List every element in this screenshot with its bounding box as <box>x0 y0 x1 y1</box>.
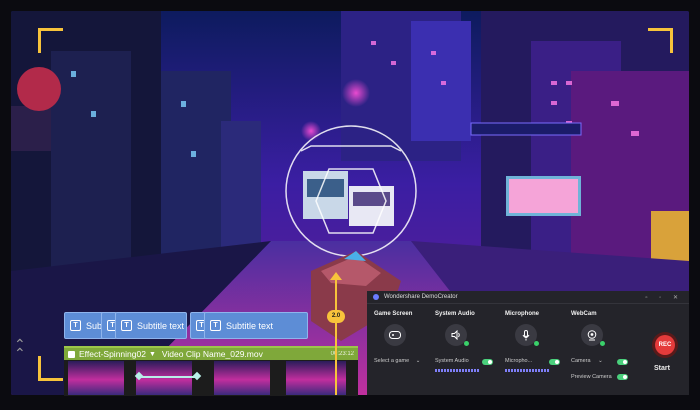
app-title: Wondershare DemoCreator <box>384 294 458 300</box>
clip-thumbnail <box>68 361 124 395</box>
recorder-titlebar: Wondershare DemoCreator ▫ ◦ ✕ <box>367 291 689 304</box>
clip-icon <box>68 350 75 358</box>
system-audio-column: System Audio System Audio <box>435 311 493 372</box>
effect-name[interactable]: Effect-Spinning02 <box>79 349 146 359</box>
app-logo-icon <box>373 294 379 300</box>
playhead-line[interactable] <box>335 280 337 395</box>
microphone-select[interactable]: Micropho... <box>505 358 532 364</box>
system-audio-toggle[interactable] <box>482 359 493 365</box>
game-select[interactable]: Select a game ⌄ <box>374 358 420 364</box>
clip-thumbnail <box>136 361 192 395</box>
camera-select[interactable]: Camera ⌄ <box>571 358 603 364</box>
microphone-label: Microphone <box>505 311 539 317</box>
microphone-toggle[interactable] <box>549 359 560 365</box>
system-audio-level-meter <box>435 369 479 372</box>
subtitle-track-label: Subtitle text <box>226 320 274 331</box>
microphone-level-meter <box>505 369 549 372</box>
status-dot <box>464 341 469 346</box>
chevron-down-icon: ⌄ <box>415 358 421 364</box>
chevron-down-icon: ⌄ <box>598 358 603 364</box>
window-controls[interactable]: ▫ ◦ ✕ <box>645 294 683 301</box>
clip-thumbnail <box>286 361 346 395</box>
playhead-handle[interactable]: 2.0 <box>327 310 345 323</box>
clip-name: Video Clip Name_029.mov <box>161 349 263 359</box>
text-icon: T <box>121 320 132 331</box>
game-screen-column: Game Screen Select a game ⌄ <box>374 311 429 364</box>
clip-header: Effect-Spinning02 ▼ Video Clip Name_029.… <box>64 348 358 360</box>
subtitle-track[interactable]: T Subtitle text <box>115 312 187 339</box>
preview-camera-label: Preview Camera <box>571 374 612 380</box>
status-dot <box>534 341 539 346</box>
rec-button-label: REC <box>655 335 675 355</box>
keyframe-end-handle[interactable] <box>192 371 202 381</box>
recorder-panel: Wondershare DemoCreator ▫ ◦ ✕ Game Scree… <box>367 291 689 395</box>
subtitle-track-label: Subtitle text <box>137 320 185 331</box>
webcam-label: WebCam <box>571 311 597 317</box>
subtitle-track[interactable]: T Sub <box>64 312 106 339</box>
webcam-toggle[interactable] <box>617 359 628 365</box>
gamepad-icon[interactable] <box>384 324 406 346</box>
status-dot <box>600 341 605 346</box>
webcam-column: WebCam Camera ⌄ Preview Camera <box>571 311 628 380</box>
video-clip-track[interactable]: Effect-Spinning02 ▼ Video Clip Name_029.… <box>64 346 358 396</box>
system-audio-label: System Audio <box>435 311 475 317</box>
playhead-marker-icon[interactable] <box>330 272 342 280</box>
effect-dropdown-icon[interactable]: ▼ <box>149 351 156 358</box>
microphone-column: Microphone Micropho... <box>505 311 560 372</box>
subtitle-track-label: Sub <box>86 320 103 331</box>
text-icon: T <box>210 320 221 331</box>
start-label: Start <box>654 365 670 372</box>
rec-button[interactable]: REC <box>652 332 678 358</box>
preview-camera-toggle[interactable] <box>617 374 628 380</box>
collapse-arrows-icon[interactable]: ⌃ ⌃ <box>14 337 26 360</box>
system-audio-select[interactable]: System Audio <box>435 358 469 364</box>
frame-corner-top-right <box>648 28 673 53</box>
text-icon: T <box>70 320 81 331</box>
clip-thumbnail <box>214 361 270 395</box>
game-select-value: Select a game <box>374 358 410 364</box>
frame-corner-top-left <box>38 28 63 53</box>
frame-corner-bottom-left <box>38 356 63 381</box>
keyframe-line <box>140 376 196 378</box>
camera-select-value: Camera <box>571 358 591 364</box>
game-screen-label: Game Screen <box>374 311 413 317</box>
subtitle-track[interactable]: T Subtitle text <box>204 312 308 339</box>
